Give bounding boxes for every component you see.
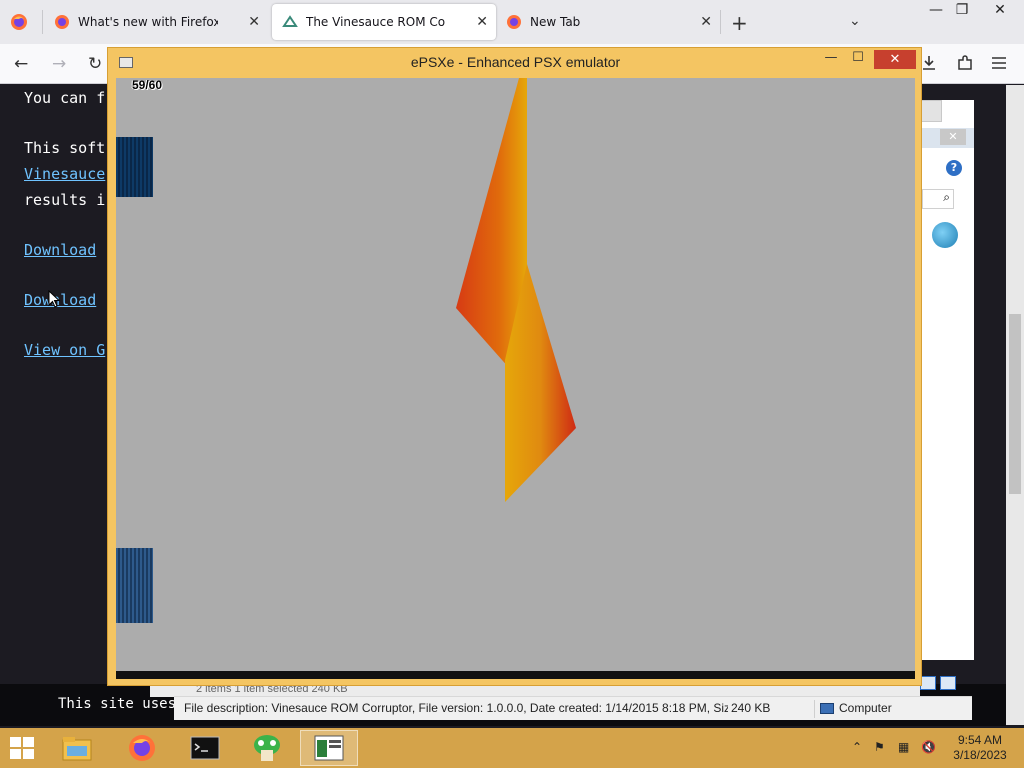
footer-text: This site uses — [58, 696, 177, 712]
taskbar-vinesauce-corruptor[interactable] — [238, 730, 296, 766]
tab-separator — [42, 10, 43, 34]
file-size-text: 240 KB — [731, 701, 771, 715]
show-hidden-icons-chevron[interactable]: ⌃ — [852, 740, 862, 754]
emulator-screen[interactable]: 59/60 — [116, 78, 915, 679]
tab-title: New Tab — [530, 15, 581, 29]
clock-date: 3/18/2023 — [953, 748, 1007, 762]
location-label: Computer — [839, 701, 892, 715]
scrollbar-thumb[interactable] — [1009, 314, 1021, 494]
view-mode-buttons — [920, 675, 962, 693]
tab-title: The Vinesauce ROM Corruptor — [306, 15, 446, 29]
reload-icon[interactable]: ↻ — [88, 54, 102, 74]
browser-minimize-button[interactable]: — — [926, 2, 946, 18]
terminal-icon — [190, 736, 220, 760]
explorer-search-icon[interactable]: ⌕ — [922, 189, 954, 209]
tab-close-icon[interactable]: ✕ — [476, 14, 488, 30]
explorer-window-edge — [918, 100, 974, 660]
firefox-icon — [129, 735, 155, 761]
tab-separator — [720, 10, 721, 34]
taskbar-command-prompt[interactable] — [176, 730, 234, 766]
back-arrow-icon[interactable]: ← — [14, 54, 28, 74]
folder-icon — [62, 737, 92, 761]
clock-time: 9:54 AM — [957, 733, 1003, 747]
taskbar-firefox[interactable] — [113, 730, 171, 766]
tab-vinesauce[interactable]: The Vinesauce ROM Corruptor ✕ — [272, 4, 496, 40]
browser-restore-button[interactable]: ❐ — [952, 2, 972, 18]
download-link-2[interactable]: Download — [24, 291, 96, 309]
epsxe-close-button[interactable]: ✕ — [874, 50, 916, 69]
tab-new-tab[interactable]: New Tab ✕ — [496, 4, 720, 40]
tab-close-icon[interactable]: ✕ — [700, 14, 712, 30]
epsxe-minimize-button[interactable]: — — [818, 50, 844, 70]
corrupted-polygon-graphic — [456, 78, 576, 502]
screen-bottom-strip — [116, 671, 915, 679]
windows-start-icon[interactable] — [10, 737, 36, 759]
firefox-tab-icon — [55, 15, 69, 29]
view-on-github-link[interactable]: View on G — [24, 341, 105, 359]
tab-list-chevron-icon[interactable]: ⌄ — [849, 13, 861, 29]
network-icon[interactable]: ▦ — [898, 740, 909, 754]
volume-muted-icon[interactable]: 🔇 — [921, 740, 936, 754]
status-separator — [814, 700, 815, 718]
vinesauce-tab-icon — [282, 15, 298, 27]
epsxe-window[interactable]: ePSXe - Enhanced PSX emulator — ☐ ✕ 59/6… — [107, 47, 922, 686]
computer-icon — [820, 702, 834, 714]
new-tab-button[interactable]: + — [731, 11, 748, 35]
large-icons-view-icon[interactable] — [940, 676, 956, 690]
extensions-puzzle-icon[interactable] — [956, 54, 974, 72]
forward-arrow-icon[interactable]: → — [52, 54, 66, 74]
file-description-text: File description: Vinesauce ROM Corrupto… — [184, 701, 728, 715]
explorer-close-button[interactable]: ✕ — [940, 129, 966, 145]
taskbar-clock[interactable]: 9:54 AM 3/18/2023 — [948, 733, 1012, 763]
download-link-1[interactable]: Download — [24, 241, 96, 259]
taskbar-file-explorer[interactable] — [48, 730, 106, 766]
tab-close-icon[interactable]: ✕ — [248, 14, 260, 30]
vinesauce-mushroom-icon — [254, 735, 280, 761]
hamburger-menu-icon[interactable] — [991, 56, 1007, 70]
details-view-icon[interactable] — [920, 676, 936, 690]
windows-taskbar: ⌃ ⚑ ▦ 🔇 9:54 AM 3/18/2023 — [0, 728, 1024, 768]
epsxe-maximize-button[interactable]: ☐ — [845, 50, 871, 70]
page-text-line: This soft — [24, 139, 106, 157]
firefox-tab-icon — [507, 15, 521, 29]
browser-close-button[interactable]: ✕ — [990, 2, 1010, 18]
page-text-line: You can f — [24, 89, 106, 107]
tab-whats-new[interactable]: What's new with Firefox - More ✕ — [44, 4, 268, 40]
browser-tab-bar: What's new with Firefox - More ✕ The Vin… — [0, 0, 1024, 44]
epsxe-window-icon — [314, 735, 344, 761]
mouse-cursor-icon — [48, 290, 60, 308]
globe-icon — [932, 222, 958, 248]
page-text-line: results i — [24, 191, 106, 209]
action-center-flag-icon[interactable]: ⚑ — [874, 740, 885, 754]
vinesauce-link[interactable]: Vinesauce — [24, 165, 105, 183]
explorer-status-bar: File description: Vinesauce ROM Corrupto… — [174, 696, 972, 720]
location-computer: Computer — [820, 701, 892, 715]
tab-title: What's new with Firefox - More — [78, 15, 218, 29]
taskbar-epsxe[interactable] — [300, 730, 358, 766]
page-scrollbar[interactable] — [1006, 85, 1024, 725]
help-icon[interactable]: ? — [946, 160, 962, 176]
firefox-icon[interactable] — [10, 13, 28, 31]
epsxe-title: ePSXe - Enhanced PSX emulator — [410, 54, 621, 70]
